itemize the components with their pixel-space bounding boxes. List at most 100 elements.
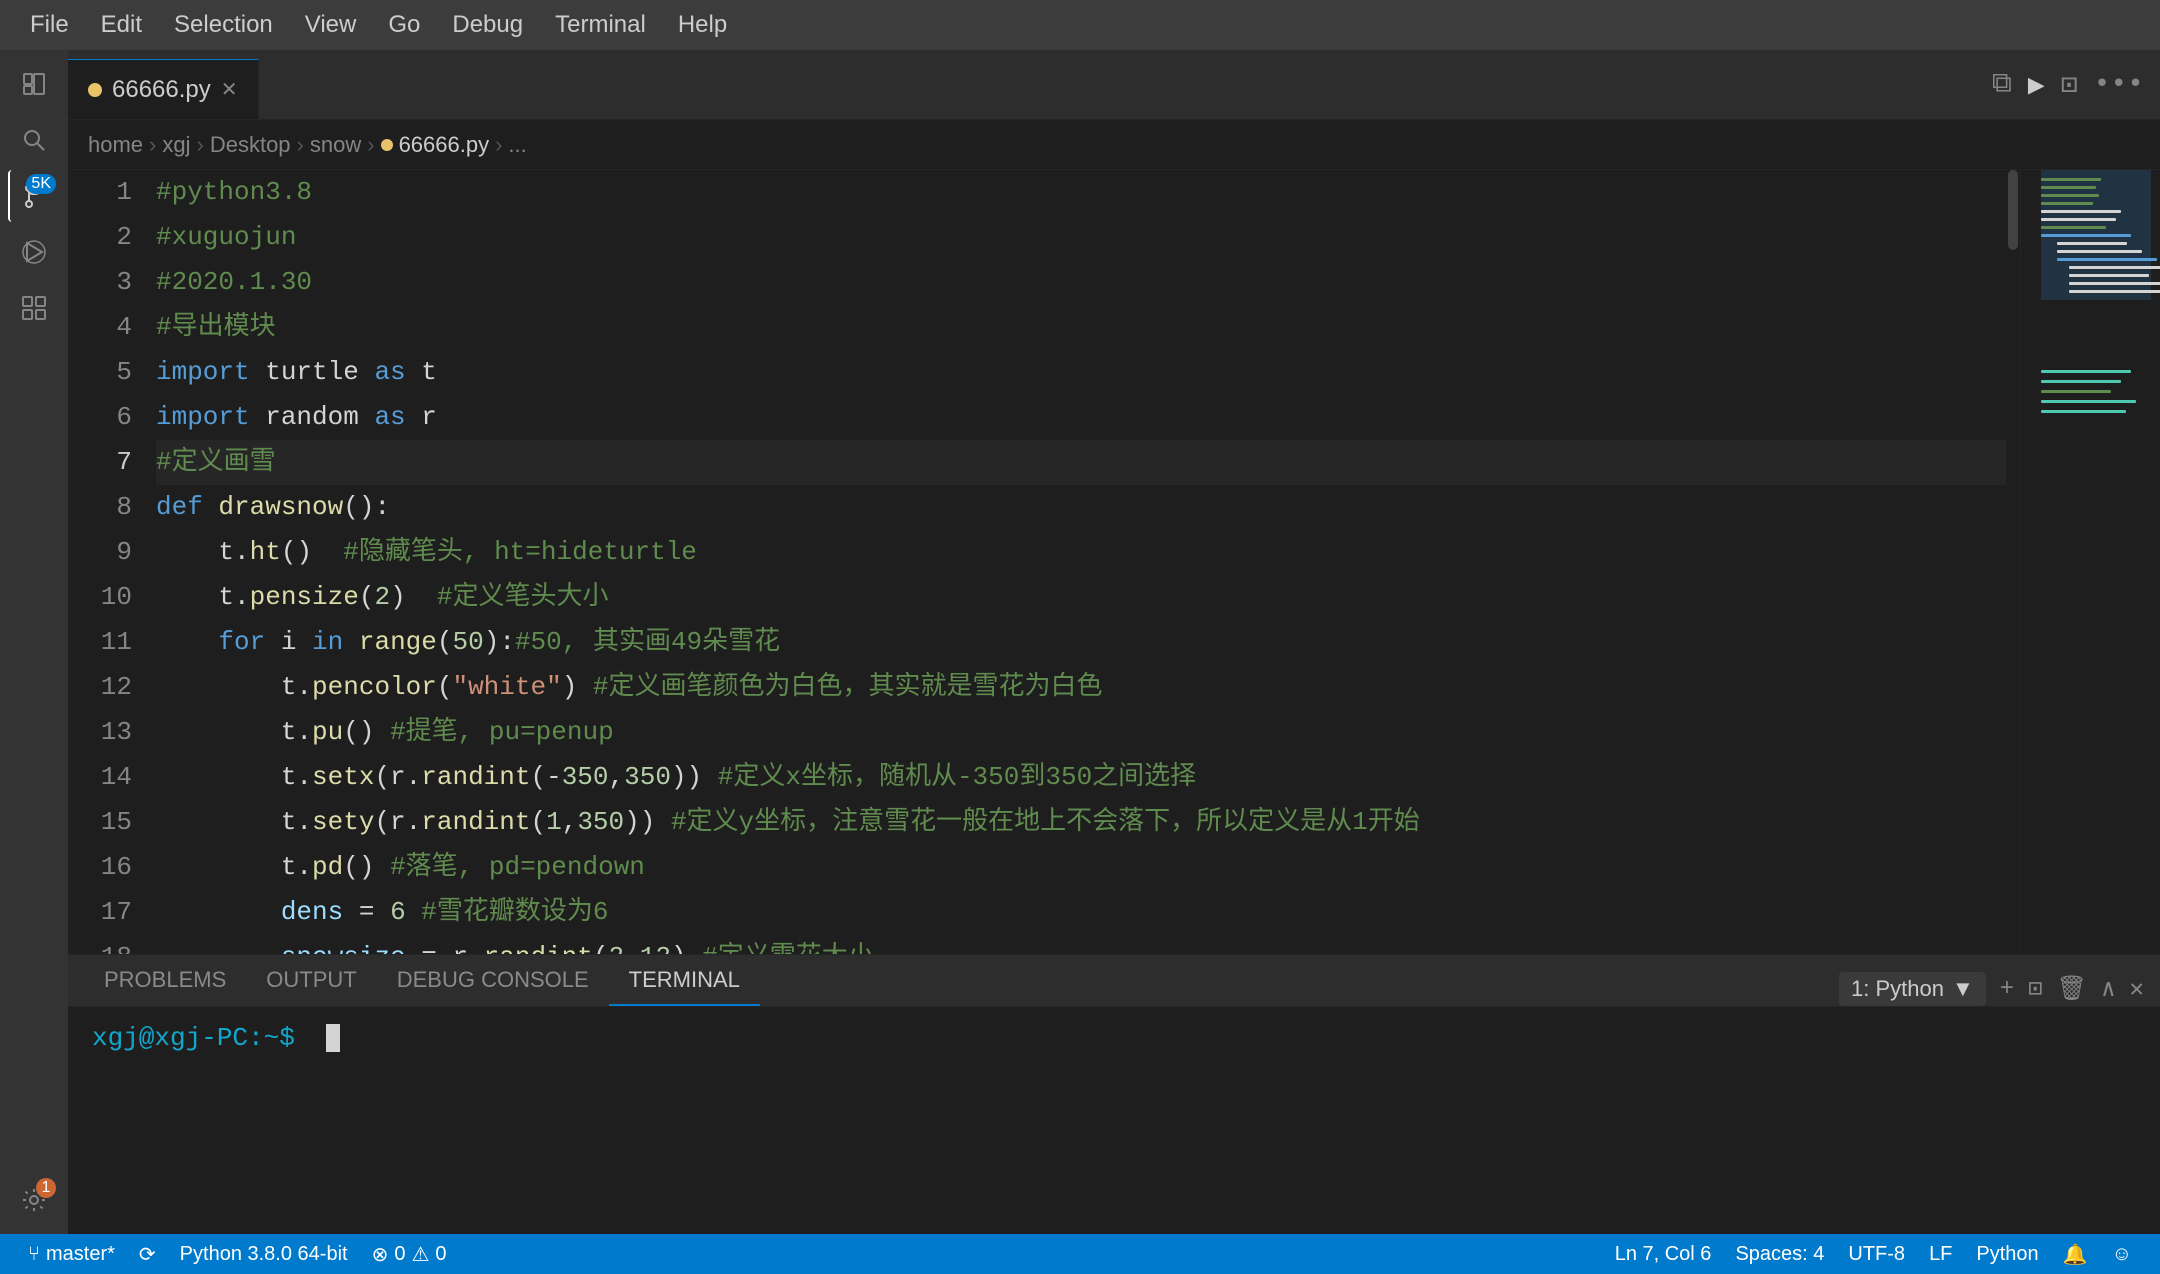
terminal-user: xgj@xgj-PC:~$: [92, 1023, 295, 1053]
branch-name: master*: [46, 1243, 115, 1266]
minimap: [2020, 170, 2160, 954]
panel-tab-debug-console[interactable]: DEBUG CONSOLE: [377, 955, 609, 1006]
code-line: t. pencolor ( "white" ) #定义画笔颜色为白色，其实就是雪…: [156, 665, 2020, 710]
close-panel-icon[interactable]: ✕: [2130, 974, 2144, 1004]
terminal-select[interactable]: 1: Python ▼: [1839, 972, 1986, 1006]
sidebar-item-explorer[interactable]: [8, 58, 60, 110]
cursor-position: Ln 7, Col 6: [1615, 1243, 1712, 1266]
panel-tab-output[interactable]: OUTPUT: [246, 955, 376, 1006]
code-line: t. setx (r. randint (- 350 , 350 )) #定义x…: [156, 755, 2020, 800]
toggle-panel-icon[interactable]: ⊡: [2061, 67, 2078, 102]
breadcrumb-home[interactable]: home: [88, 132, 143, 158]
status-sync[interactable]: ⟳: [127, 1234, 168, 1274]
code-editor[interactable]: 1 2 3 4 5 6 7 8 9 10 11 12 13 14 15 16 1: [68, 170, 2160, 954]
sidebar-item-run-debug[interactable]: [8, 226, 60, 278]
panel-content: xgj@xgj-PC:~$: [68, 1007, 2160, 1234]
split-terminal-icon[interactable]: ⊡: [2028, 974, 2042, 1004]
code-line: t. ht () #隐藏笔头, ht=hideturtle: [156, 530, 2020, 575]
editor-scrollbar[interactable]: [2006, 170, 2020, 954]
breadcrumb-file[interactable]: 66666.py: [381, 132, 490, 158]
code-line: import turtle as t: [156, 350, 2020, 395]
more-actions-icon[interactable]: •••: [2094, 69, 2144, 100]
tab-toolbar: ⧉ ▶ ⊡ •••: [1992, 67, 2144, 102]
status-bar: ⑂ master* ⟳ Python 3.8.0 64-bit ⊗ 0 ⚠ 0 …: [0, 1234, 2160, 1274]
code-content[interactable]: #python3.8 #xuguojun #2020.1.30 #导出模块: [148, 170, 2020, 954]
breadcrumb: home › xgj › Desktop › snow › 66666.py ›…: [68, 120, 2160, 170]
panel-tab-terminal[interactable]: TERMINAL: [609, 955, 760, 1006]
python-version: Python 3.8.0 64-bit: [180, 1243, 348, 1266]
code-line: snowsize = r. randint ( 2 , 12 ) #定义雪花大小: [156, 935, 2020, 954]
code-line: #python3.8: [156, 170, 2020, 215]
terminal-cursor: [326, 1024, 340, 1052]
breadcrumb-snow[interactable]: snow: [310, 132, 361, 158]
terminal-label: 1: Python: [1851, 976, 1944, 1002]
source-control-badge: 5K: [26, 174, 56, 194]
tab-close-button[interactable]: ✕: [221, 77, 238, 102]
sidebar-item-source-control[interactable]: 5K: [8, 170, 60, 222]
code-line: dens = 6 #雪花瓣数设为6: [156, 890, 2020, 935]
error-count: 0: [394, 1243, 405, 1266]
status-position[interactable]: Ln 7, Col 6: [1603, 1234, 1724, 1274]
encoding-label: UTF-8: [1848, 1243, 1905, 1266]
activity-bar: 5K 1: [0, 50, 68, 1234]
tab-dot: [88, 83, 102, 97]
status-branch[interactable]: ⑂ master*: [16, 1234, 127, 1274]
code-line: import random as r: [156, 395, 2020, 440]
status-python[interactable]: Python 3.8.0 64-bit: [168, 1234, 360, 1274]
sidebar-item-settings[interactable]: 1: [8, 1174, 60, 1226]
tab-bar: 66666.py ✕ ⧉ ▶ ⊡ •••: [68, 50, 2160, 120]
code-line: #导出模块: [156, 305, 2020, 350]
kill-terminal-icon[interactable]: 🗑: [2057, 974, 2087, 1004]
main-area: 5K 1 66666.py ✕: [0, 50, 2160, 1234]
status-language[interactable]: Python: [1964, 1234, 2050, 1274]
run-code-icon[interactable]: ▶: [2028, 67, 2045, 102]
breadcrumb-desktop[interactable]: Desktop: [210, 132, 291, 158]
status-encoding[interactable]: UTF-8: [1836, 1234, 1917, 1274]
terminal-prompt: xgj@xgj-PC:~$: [92, 1023, 2136, 1053]
sidebar-item-search[interactable]: [8, 114, 60, 166]
language-label: Python: [1976, 1243, 2038, 1266]
status-line-ending[interactable]: LF: [1917, 1234, 1964, 1274]
status-bell[interactable]: 🔔: [2051, 1234, 2100, 1274]
menu-go[interactable]: Go: [374, 5, 434, 45]
maximize-panel-icon[interactable]: ∧: [2101, 974, 2115, 1004]
tab-label: 66666.py: [112, 76, 211, 104]
panel-tab-problems[interactable]: PROBLEMS: [84, 955, 246, 1006]
branch-icon: ⑂: [28, 1243, 40, 1266]
menu-help[interactable]: Help: [664, 5, 741, 45]
breadcrumb-ellipsis[interactable]: ...: [508, 132, 526, 158]
status-feedback[interactable]: ☺: [2100, 1234, 2144, 1274]
menu-bar: File Edit Selection View Go Debug Termin…: [0, 0, 2160, 50]
code-line: #定义画雪: [156, 440, 2020, 485]
menu-edit[interactable]: Edit: [87, 5, 156, 45]
code-line: t. pd () #落笔, pd=pendown: [156, 845, 2020, 890]
error-icon: ⊗: [372, 1242, 389, 1267]
feedback-icon: ☺: [2112, 1243, 2132, 1266]
code-line: t. pensize ( 2 ) #定义笔头大小: [156, 575, 2020, 620]
code-line: #2020.1.30: [156, 260, 2020, 305]
sync-icon: ⟳: [139, 1242, 156, 1267]
line-ending-label: LF: [1929, 1243, 1952, 1266]
status-spaces[interactable]: Spaces: 4: [1723, 1234, 1836, 1274]
menu-selection[interactable]: Selection: [160, 5, 287, 45]
scrollbar-thumb[interactable]: [2008, 170, 2018, 250]
warning-icon: ⚠: [411, 1242, 429, 1267]
bottom-panel: PROBLEMS OUTPUT DEBUG CONSOLE TERMINAL 1…: [68, 954, 2160, 1234]
settings-badge: 1: [36, 1178, 56, 1198]
app-container: 5K 1 66666.py ✕: [0, 50, 2160, 1274]
status-errors[interactable]: ⊗ 0 ⚠ 0: [360, 1234, 459, 1274]
menu-view[interactable]: View: [291, 5, 371, 45]
menu-file[interactable]: File: [16, 5, 83, 45]
editor-tab-active[interactable]: 66666.py ✕: [68, 59, 259, 119]
breadcrumb-xgj[interactable]: xgj: [162, 132, 190, 158]
sidebar-item-extensions[interactable]: [8, 282, 60, 334]
menu-terminal[interactable]: Terminal: [541, 5, 660, 45]
warning-count: 0: [435, 1243, 446, 1266]
code-line: #xuguojun: [156, 215, 2020, 260]
new-terminal-icon[interactable]: +: [2000, 976, 2014, 1003]
spaces-label: Spaces: 4: [1735, 1243, 1824, 1266]
bell-icon: 🔔: [2063, 1242, 2088, 1267]
menu-debug[interactable]: Debug: [438, 5, 537, 45]
split-editor-icon[interactable]: ⧉: [1992, 69, 2012, 101]
code-line: t. sety (r. randint ( 1 , 350 )) #定义y坐标，…: [156, 800, 2020, 845]
